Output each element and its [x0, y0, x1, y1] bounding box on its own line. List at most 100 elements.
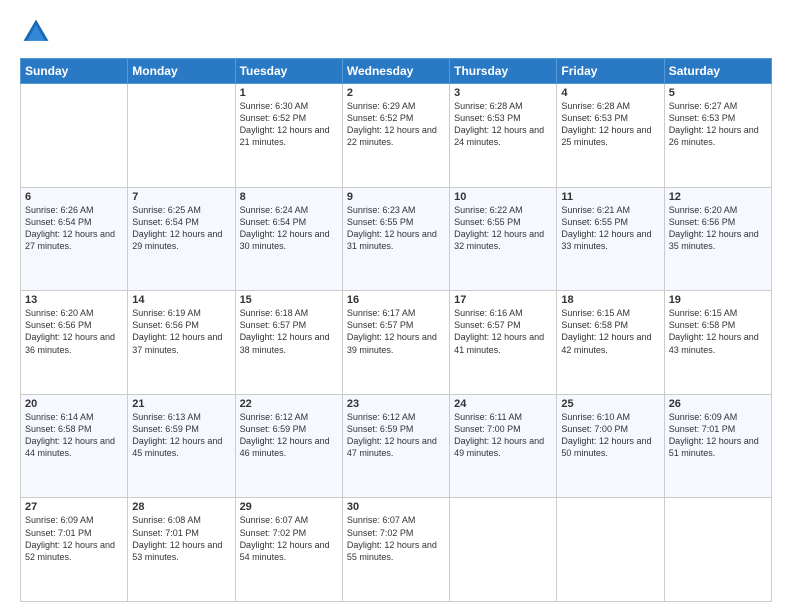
day-number: 6 [25, 191, 123, 203]
day-detail: Sunrise: 6:18 AM Sunset: 6:57 PM Dayligh… [240, 307, 338, 356]
day-number: 15 [240, 294, 338, 306]
day-detail: Sunrise: 6:09 AM Sunset: 7:01 PM Dayligh… [669, 411, 767, 460]
day-detail: Sunrise: 6:08 AM Sunset: 7:01 PM Dayligh… [132, 514, 230, 563]
calendar-cell: 12Sunrise: 6:20 AM Sunset: 6:56 PM Dayli… [664, 187, 771, 291]
day-number: 13 [25, 294, 123, 306]
day-number: 2 [347, 87, 445, 99]
calendar-cell: 9Sunrise: 6:23 AM Sunset: 6:55 PM Daylig… [342, 187, 449, 291]
calendar-cell: 25Sunrise: 6:10 AM Sunset: 7:00 PM Dayli… [557, 394, 664, 498]
day-number: 28 [132, 501, 230, 513]
day-number: 16 [347, 294, 445, 306]
day-number: 29 [240, 501, 338, 513]
day-detail: Sunrise: 6:29 AM Sunset: 6:52 PM Dayligh… [347, 100, 445, 149]
calendar-cell [450, 498, 557, 602]
calendar-cell: 3Sunrise: 6:28 AM Sunset: 6:53 PM Daylig… [450, 84, 557, 188]
logo [20, 16, 56, 48]
day-number: 19 [669, 294, 767, 306]
calendar-cell: 24Sunrise: 6:11 AM Sunset: 7:00 PM Dayli… [450, 394, 557, 498]
day-detail: Sunrise: 6:11 AM Sunset: 7:00 PM Dayligh… [454, 411, 552, 460]
calendar-cell: 22Sunrise: 6:12 AM Sunset: 6:59 PM Dayli… [235, 394, 342, 498]
calendar-cell: 30Sunrise: 6:07 AM Sunset: 7:02 PM Dayli… [342, 498, 449, 602]
day-number: 20 [25, 398, 123, 410]
day-detail: Sunrise: 6:15 AM Sunset: 6:58 PM Dayligh… [561, 307, 659, 356]
day-number: 3 [454, 87, 552, 99]
day-detail: Sunrise: 6:24 AM Sunset: 6:54 PM Dayligh… [240, 204, 338, 253]
day-detail: Sunrise: 6:28 AM Sunset: 6:53 PM Dayligh… [561, 100, 659, 149]
day-number: 11 [561, 191, 659, 203]
calendar-cell: 15Sunrise: 6:18 AM Sunset: 6:57 PM Dayli… [235, 291, 342, 395]
day-number: 7 [132, 191, 230, 203]
day-number: 22 [240, 398, 338, 410]
day-number: 30 [347, 501, 445, 513]
calendar-cell: 4Sunrise: 6:28 AM Sunset: 6:53 PM Daylig… [557, 84, 664, 188]
weekday-header-thursday: Thursday [450, 59, 557, 84]
calendar-cell: 19Sunrise: 6:15 AM Sunset: 6:58 PM Dayli… [664, 291, 771, 395]
calendar-cell: 10Sunrise: 6:22 AM Sunset: 6:55 PM Dayli… [450, 187, 557, 291]
day-detail: Sunrise: 6:10 AM Sunset: 7:00 PM Dayligh… [561, 411, 659, 460]
weekday-header-row: SundayMondayTuesdayWednesdayThursdayFrid… [21, 59, 772, 84]
day-detail: Sunrise: 6:19 AM Sunset: 6:56 PM Dayligh… [132, 307, 230, 356]
weekday-header-sunday: Sunday [21, 59, 128, 84]
day-detail: Sunrise: 6:16 AM Sunset: 6:57 PM Dayligh… [454, 307, 552, 356]
calendar-cell: 20Sunrise: 6:14 AM Sunset: 6:58 PM Dayli… [21, 394, 128, 498]
day-detail: Sunrise: 6:15 AM Sunset: 6:58 PM Dayligh… [669, 307, 767, 356]
calendar-cell: 29Sunrise: 6:07 AM Sunset: 7:02 PM Dayli… [235, 498, 342, 602]
calendar-cell: 2Sunrise: 6:29 AM Sunset: 6:52 PM Daylig… [342, 84, 449, 188]
calendar-week-4: 20Sunrise: 6:14 AM Sunset: 6:58 PM Dayli… [21, 394, 772, 498]
day-detail: Sunrise: 6:22 AM Sunset: 6:55 PM Dayligh… [454, 204, 552, 253]
day-detail: Sunrise: 6:30 AM Sunset: 6:52 PM Dayligh… [240, 100, 338, 149]
calendar-cell: 16Sunrise: 6:17 AM Sunset: 6:57 PM Dayli… [342, 291, 449, 395]
calendar-table: SundayMondayTuesdayWednesdayThursdayFrid… [20, 58, 772, 602]
day-number: 18 [561, 294, 659, 306]
day-detail: Sunrise: 6:23 AM Sunset: 6:55 PM Dayligh… [347, 204, 445, 253]
day-detail: Sunrise: 6:25 AM Sunset: 6:54 PM Dayligh… [132, 204, 230, 253]
calendar-cell: 13Sunrise: 6:20 AM Sunset: 6:56 PM Dayli… [21, 291, 128, 395]
day-detail: Sunrise: 6:07 AM Sunset: 7:02 PM Dayligh… [240, 514, 338, 563]
day-number: 5 [669, 87, 767, 99]
calendar-cell [128, 84, 235, 188]
calendar-cell: 21Sunrise: 6:13 AM Sunset: 6:59 PM Dayli… [128, 394, 235, 498]
calendar-cell: 26Sunrise: 6:09 AM Sunset: 7:01 PM Dayli… [664, 394, 771, 498]
weekday-header-friday: Friday [557, 59, 664, 84]
day-detail: Sunrise: 6:20 AM Sunset: 6:56 PM Dayligh… [669, 204, 767, 253]
day-number: 14 [132, 294, 230, 306]
day-number: 9 [347, 191, 445, 203]
calendar-cell [21, 84, 128, 188]
calendar-cell: 18Sunrise: 6:15 AM Sunset: 6:58 PM Dayli… [557, 291, 664, 395]
day-number: 25 [561, 398, 659, 410]
calendar-cell: 8Sunrise: 6:24 AM Sunset: 6:54 PM Daylig… [235, 187, 342, 291]
weekday-header-monday: Monday [128, 59, 235, 84]
calendar-week-3: 13Sunrise: 6:20 AM Sunset: 6:56 PM Dayli… [21, 291, 772, 395]
day-detail: Sunrise: 6:14 AM Sunset: 6:58 PM Dayligh… [25, 411, 123, 460]
day-detail: Sunrise: 6:21 AM Sunset: 6:55 PM Dayligh… [561, 204, 659, 253]
day-number: 26 [669, 398, 767, 410]
header [20, 16, 772, 48]
calendar-week-5: 27Sunrise: 6:09 AM Sunset: 7:01 PM Dayli… [21, 498, 772, 602]
day-detail: Sunrise: 6:27 AM Sunset: 6:53 PM Dayligh… [669, 100, 767, 149]
day-detail: Sunrise: 6:12 AM Sunset: 6:59 PM Dayligh… [240, 411, 338, 460]
day-number: 1 [240, 87, 338, 99]
calendar-cell: 14Sunrise: 6:19 AM Sunset: 6:56 PM Dayli… [128, 291, 235, 395]
calendar-week-1: 1Sunrise: 6:30 AM Sunset: 6:52 PM Daylig… [21, 84, 772, 188]
day-number: 10 [454, 191, 552, 203]
calendar-cell: 5Sunrise: 6:27 AM Sunset: 6:53 PM Daylig… [664, 84, 771, 188]
day-detail: Sunrise: 6:07 AM Sunset: 7:02 PM Dayligh… [347, 514, 445, 563]
calendar-cell: 28Sunrise: 6:08 AM Sunset: 7:01 PM Dayli… [128, 498, 235, 602]
calendar-week-2: 6Sunrise: 6:26 AM Sunset: 6:54 PM Daylig… [21, 187, 772, 291]
day-detail: Sunrise: 6:17 AM Sunset: 6:57 PM Dayligh… [347, 307, 445, 356]
day-number: 24 [454, 398, 552, 410]
calendar-cell: 7Sunrise: 6:25 AM Sunset: 6:54 PM Daylig… [128, 187, 235, 291]
day-number: 17 [454, 294, 552, 306]
day-number: 12 [669, 191, 767, 203]
day-detail: Sunrise: 6:28 AM Sunset: 6:53 PM Dayligh… [454, 100, 552, 149]
calendar-cell: 23Sunrise: 6:12 AM Sunset: 6:59 PM Dayli… [342, 394, 449, 498]
day-detail: Sunrise: 6:26 AM Sunset: 6:54 PM Dayligh… [25, 204, 123, 253]
day-detail: Sunrise: 6:12 AM Sunset: 6:59 PM Dayligh… [347, 411, 445, 460]
page: SundayMondayTuesdayWednesdayThursdayFrid… [0, 0, 792, 612]
calendar-cell: 1Sunrise: 6:30 AM Sunset: 6:52 PM Daylig… [235, 84, 342, 188]
logo-icon [20, 16, 52, 48]
day-number: 21 [132, 398, 230, 410]
day-number: 8 [240, 191, 338, 203]
day-number: 27 [25, 501, 123, 513]
day-number: 4 [561, 87, 659, 99]
